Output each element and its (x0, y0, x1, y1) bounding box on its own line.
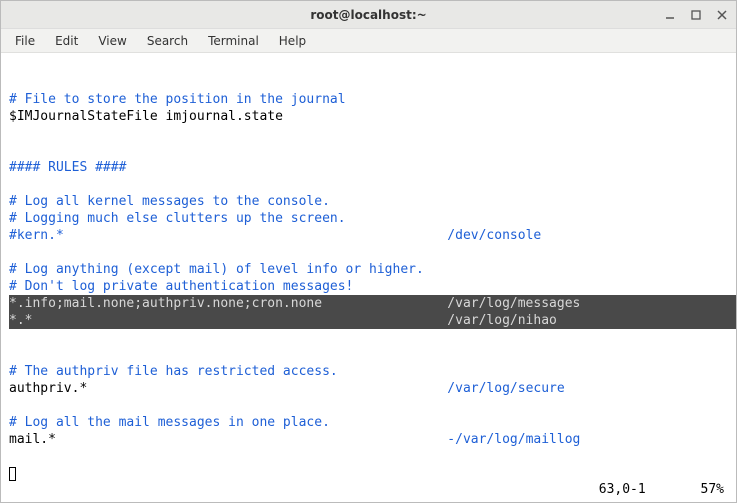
menu-terminal[interactable]: Terminal (200, 32, 267, 50)
blank-line (9, 75, 17, 90)
window-title: root@localhost:~ (310, 8, 426, 22)
maximize-icon[interactable] (690, 9, 702, 21)
window-titlebar: root@localhost:~ (1, 1, 736, 29)
blank-line (9, 245, 17, 260)
comment-line: # Log all the mail messages in one place… (9, 415, 330, 430)
comment-line: # Log anything (except mail) of level in… (9, 262, 424, 277)
window-controls (664, 9, 728, 21)
menu-help[interactable]: Help (271, 32, 314, 50)
comment-line: # File to store the position in the jour… (9, 92, 346, 107)
selected-line: *.* /var/log/nihao (9, 312, 736, 329)
config-line: mail.* -/var/log/maillog (9, 432, 580, 447)
scroll-percent: 57% (701, 482, 724, 497)
blank-line (9, 126, 17, 141)
close-icon[interactable] (716, 9, 728, 21)
comment-line: #kern.* /dev/console (9, 228, 541, 243)
comment-line: #### RULES #### (9, 160, 126, 175)
menu-file[interactable]: File (7, 32, 43, 50)
comment-line: # Log all kernel messages to the console… (9, 194, 330, 209)
blank-line (9, 347, 17, 362)
cursor-position: 63,0-1 (599, 482, 646, 497)
blank-line (9, 449, 17, 464)
menubar: File Edit View Search Terminal Help (1, 29, 736, 53)
comment-line: # The authpriv file has restricted acces… (9, 364, 338, 379)
blank-line (9, 398, 17, 413)
blank-line (9, 143, 17, 158)
config-line: $IMJournalStateFile imjournal.state (9, 109, 283, 124)
comment-line: # Don't log private authentication messa… (9, 279, 353, 294)
comment-line: # Logging much else clutters up the scre… (9, 211, 346, 226)
status-line: 63,0-1 57% (599, 481, 724, 498)
blank-line (9, 177, 17, 192)
minimize-icon[interactable] (664, 9, 676, 21)
menu-edit[interactable]: Edit (47, 32, 86, 50)
config-line: authpriv.* /var/log/secure (9, 381, 565, 396)
selected-line: *.info;mail.none;authpriv.none;cron.none… (9, 295, 736, 312)
menu-search[interactable]: Search (139, 32, 196, 50)
menu-view[interactable]: View (90, 32, 134, 50)
terminal-area[interactable]: # File to store the position in the jour… (1, 53, 736, 502)
cursor (9, 467, 16, 481)
